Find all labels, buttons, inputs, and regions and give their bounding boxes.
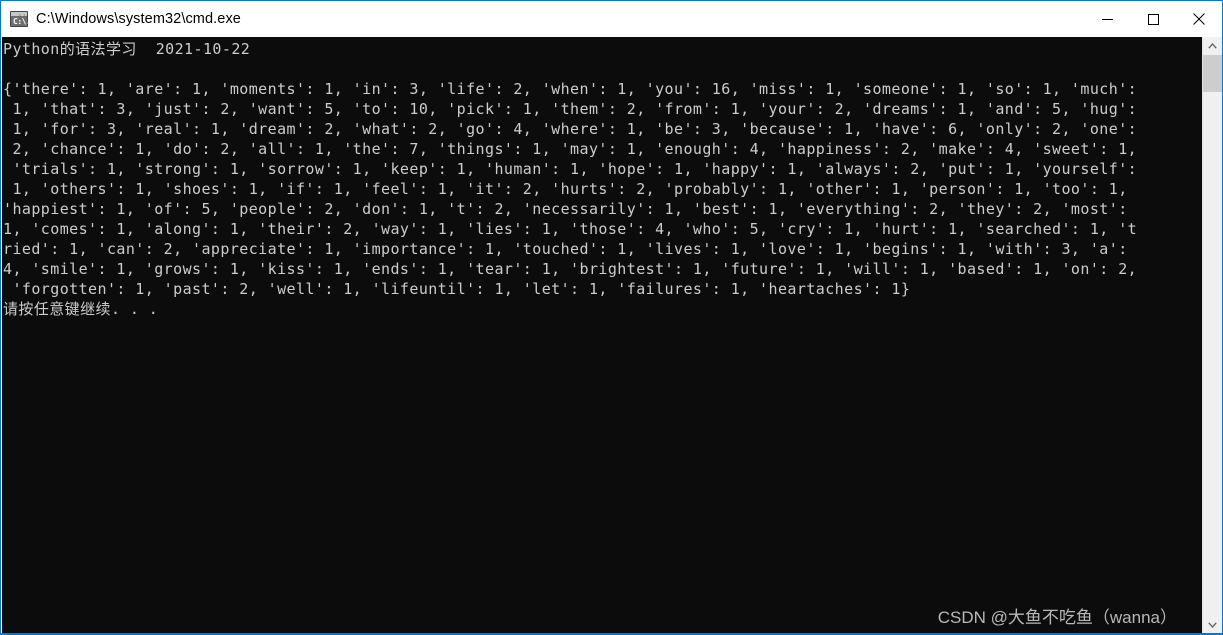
console-line: 1, 'for': 3, 'real': 1, 'dream': 2, 'wha… (3, 120, 1138, 138)
console-text-block: Python的语法学习 2021-10-22 {'there': 1, 'are… (2, 37, 1204, 319)
console-line: Python的语法学习 2021-10-22 (3, 40, 251, 58)
console-line: 'forgotten': 1, 'past': 2, 'well': 1, 'l… (3, 280, 911, 298)
csdn-watermark: CSDN @大鱼不吃鱼（wanna） (937, 608, 1177, 627)
minimize-button[interactable] (1084, 1, 1130, 37)
chevron-down-icon (1208, 622, 1217, 628)
console-line: {'there': 1, 'are': 1, 'moments': 1, 'in… (3, 80, 1138, 98)
window-titlebar[interactable]: • • C:\. C:\Windows\system32\cmd.exe (1, 1, 1222, 37)
console-output-area[interactable]: Python的语法学习 2021-10-22 {'there': 1, 'are… (2, 37, 1204, 634)
window-title: C:\Windows\system32\cmd.exe (36, 11, 241, 27)
console-line: 1, 'others': 1, 'shoes': 1, 'if': 1, 'fe… (3, 180, 1128, 198)
scroll-up-button[interactable] (1203, 37, 1222, 55)
maximize-icon (1147, 13, 1159, 25)
maximize-button[interactable] (1130, 1, 1176, 37)
console-line: ried': 1, 'can': 2, 'appreciate': 1, 'im… (3, 240, 1128, 258)
console-line: 'trials': 1, 'strong': 1, 'sorrow': 1, '… (3, 160, 1138, 178)
scrollbar-thumb[interactable] (1203, 55, 1222, 92)
cmd-window: • • C:\. C:\Windows\system32\cmd.exe Pyt… (0, 0, 1223, 635)
minimize-icon (1101, 18, 1113, 20)
console-line: 1, 'comes': 1, 'along': 1, 'their': 2, '… (3, 220, 1138, 238)
window-bottom-border (1, 633, 1222, 634)
console-line: 2, 'chance': 1, 'do': 2, 'all': 1, 'the'… (3, 140, 1138, 158)
scroll-down-button[interactable] (1203, 616, 1222, 634)
vertical-scrollbar[interactable] (1202, 37, 1222, 634)
window-controls (1084, 1, 1222, 37)
close-icon (1193, 13, 1205, 25)
close-button[interactable] (1176, 1, 1222, 37)
console-line: 4, 'smile': 1, 'grows': 1, 'kiss': 1, 'e… (3, 260, 1138, 278)
cmd-console-icon: • • C:\. (10, 11, 31, 27)
chevron-up-icon (1208, 43, 1217, 49)
console-line: 'happiest': 1, 'of': 5, 'people': 2, 'do… (3, 200, 1128, 218)
console-line-prompt: 请按任意键继续. . . (3, 300, 159, 318)
console-line: 1, 'that': 3, 'just': 2, 'want': 5, 'to'… (3, 100, 1138, 118)
scrollbar-track[interactable] (1203, 55, 1222, 616)
cmd-icon-prompt-text: C:\. (13, 17, 31, 26)
